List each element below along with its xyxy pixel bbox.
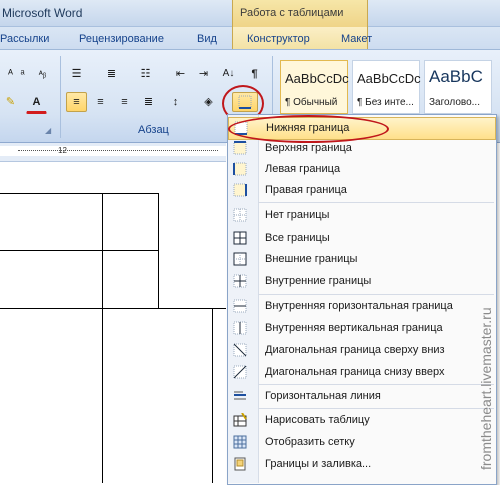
- view-gridlines-icon: [233, 435, 247, 449]
- tab-view[interactable]: Вид: [197, 33, 217, 45]
- diagonal-down-border-icon: [233, 343, 247, 357]
- bullets-icon[interactable]: ☰: [66, 64, 87, 84]
- document-page[interactable]: [0, 162, 226, 483]
- decrease-indent-icon[interactable]: ⇤: [170, 64, 191, 84]
- menu-item-label: Верхняя граница: [265, 142, 352, 154]
- horizontal-line-icon: [234, 391, 246, 400]
- menu-separator: [258, 294, 494, 295]
- menu-item-label: Внутренние границы: [265, 275, 372, 287]
- left-border-icon: [233, 162, 247, 176]
- right-border-icon: [233, 183, 247, 197]
- align-center-icon[interactable]: ≡: [90, 92, 111, 112]
- menu-item-inside-vertical[interactable]: Внутренняя вертикальная граница: [228, 318, 494, 339]
- tab-review[interactable]: Рецензирование: [79, 33, 164, 45]
- tab-layout[interactable]: Макет: [341, 33, 372, 45]
- numbering-icon[interactable]: ≣: [101, 64, 122, 84]
- menu-item-label: Диагональная граница снизу вверх: [265, 366, 445, 378]
- menu-item-horizontal-line[interactable]: Горизонтальная линия: [228, 386, 494, 407]
- menu-item-label: Нет границы: [265, 209, 330, 221]
- align-left-icon[interactable]: ≡: [66, 92, 87, 112]
- menu-item-label: Отобразить сетку: [265, 436, 355, 448]
- no-border-icon: [233, 208, 247, 222]
- inside-vertical-border-icon: [233, 321, 247, 335]
- font-dialog-launcher-icon[interactable]: ◢: [45, 126, 51, 135]
- table-line: [0, 250, 158, 251]
- group-separator: [60, 56, 61, 138]
- menu-item-borders-shading[interactable]: Границы и заливка...: [228, 454, 494, 475]
- justify-icon[interactable]: ≣: [138, 92, 159, 112]
- menu-item-inside-borders[interactable]: Внутренние границы: [228, 271, 494, 292]
- style-name: ¶ Без инте...: [357, 97, 414, 108]
- style-name: ¶ Обычный: [285, 97, 338, 108]
- clear-format-icon[interactable]: ᴬᵦ: [32, 64, 53, 84]
- multilevel-list-icon[interactable]: ☷: [135, 64, 156, 84]
- tab-mailings[interactable]: Рассылки: [0, 33, 49, 45]
- menu-item-label: Внутренняя вертикальная граница: [265, 322, 443, 334]
- menu-item-draw-table[interactable]: Нарисовать таблицу: [228, 410, 494, 431]
- menu-item-label: Внутренняя горизонтальная граница: [265, 300, 453, 312]
- style-name: Заголово...: [429, 97, 480, 108]
- menu-separator: [258, 408, 494, 409]
- top-border-icon: [233, 141, 247, 155]
- watermark: fromtheheart.livemaster.ru: [478, 307, 494, 470]
- draw-table-icon: [233, 413, 247, 427]
- menu-item-right-border[interactable]: Правая граница: [228, 180, 494, 201]
- all-borders-icon: [233, 231, 247, 245]
- sort-icon[interactable]: A↓: [218, 64, 239, 84]
- style-heading[interactable]: AaBbC Заголово...: [424, 60, 492, 114]
- diagonal-up-border-icon: [233, 365, 247, 379]
- menu-item-label: Внешние границы: [265, 253, 358, 265]
- menu-item-label: Горизонтальная линия: [265, 390, 381, 402]
- style-no-spacing[interactable]: AaBbCcDc ¶ Без инте...: [352, 60, 421, 114]
- show-marks-icon[interactable]: ¶: [244, 64, 265, 84]
- style-sample: AaBbCcDc: [357, 71, 421, 86]
- highlight-icon[interactable]: ✎: [0, 92, 21, 112]
- app-title: Microsoft Word: [2, 6, 83, 20]
- inside-borders-icon: [233, 274, 247, 288]
- menu-separator: [258, 384, 494, 385]
- menu-item-label: Границы и заливка...: [265, 458, 372, 470]
- menu-item-inside-horizontal[interactable]: Внутренняя горизонтальная граница: [228, 296, 494, 317]
- borders-shading-icon: [234, 457, 246, 471]
- align-right-icon[interactable]: ≡: [114, 92, 135, 112]
- menu-separator: [258, 202, 494, 203]
- menu-item-label: Диагональная граница сверху вниз: [265, 344, 445, 356]
- table-line: [0, 308, 226, 309]
- menu-item-label: Левая граница: [265, 163, 341, 175]
- outside-borders-icon: [233, 252, 247, 266]
- style-normal[interactable]: AaBbCcDc ¶ Обычный: [280, 60, 349, 114]
- menu-item-no-border[interactable]: Нет границы: [228, 205, 494, 226]
- menu-item-all-borders[interactable]: Все границы: [228, 228, 494, 249]
- style-sample: AaBbC: [429, 67, 483, 86]
- inside-horizontal-border-icon: [233, 299, 247, 313]
- table-line: [212, 308, 213, 483]
- tab-design[interactable]: Конструктор: [247, 33, 310, 45]
- increase-indent-icon[interactable]: ⇥: [193, 64, 214, 84]
- change-case-icon[interactable]: ᵃ: [12, 64, 33, 84]
- table-line: [102, 193, 103, 483]
- menu-item-diagonal-down[interactable]: Диагональная граница сверху вниз: [228, 340, 494, 361]
- table-line: [158, 193, 159, 308]
- font-color-icon[interactable]: A: [26, 92, 47, 114]
- menu-item-label: Нарисовать таблицу: [265, 414, 370, 426]
- menu-item-left-border[interactable]: Левая граница: [228, 159, 494, 180]
- paragraph-group-label: Абзац: [138, 124, 169, 136]
- style-sample: AaBbCcDc: [285, 71, 349, 86]
- shading-icon[interactable]: ◈: [198, 92, 219, 112]
- highlight-circle: [228, 115, 389, 143]
- line-spacing-icon[interactable]: ↕: [165, 92, 186, 112]
- ruler-ticks: [18, 150, 218, 152]
- menu-item-label: Правая граница: [265, 184, 347, 196]
- context-tab-title: Работа с таблицами: [240, 7, 344, 19]
- menu-item-view-gridlines[interactable]: Отобразить сетку: [228, 432, 494, 453]
- menu-item-diagonal-up[interactable]: Диагональная граница снизу вверх: [228, 362, 494, 383]
- table-line: [0, 193, 158, 194]
- menu-item-label: Все границы: [265, 232, 330, 244]
- menu-item-outside-borders[interactable]: Внешние границы: [228, 249, 494, 270]
